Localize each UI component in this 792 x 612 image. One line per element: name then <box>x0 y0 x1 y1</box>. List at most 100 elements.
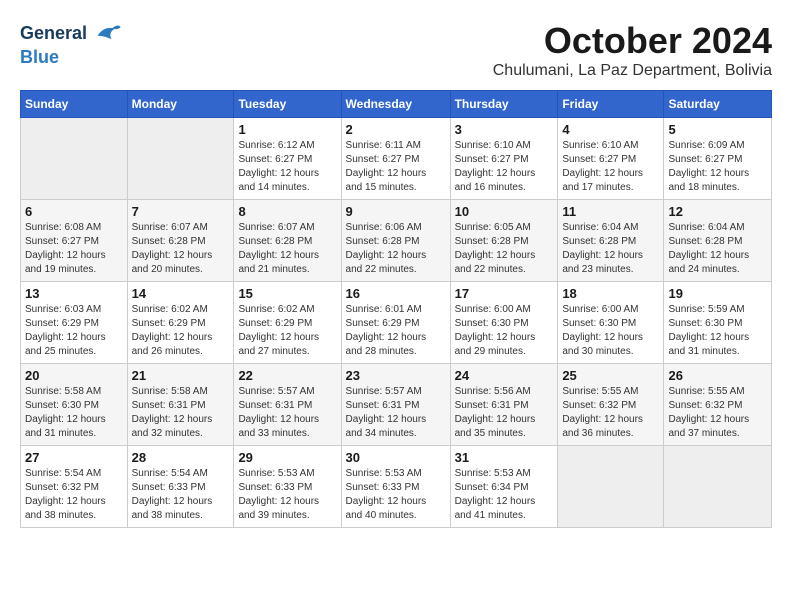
title-area: October 2024 Chulumani, La Paz Departmen… <box>493 20 772 80</box>
month-title: October 2024 <box>493 20 772 62</box>
day-info: Sunrise: 6:06 AMSunset: 6:28 PMDaylight:… <box>346 221 446 277</box>
calendar-cell <box>127 118 234 200</box>
day-info: Sunrise: 6:11 AMSunset: 6:27 PMDaylight:… <box>346 139 446 195</box>
day-info: Sunrise: 5:53 AMSunset: 6:33 PMDaylight:… <box>346 467 446 523</box>
logo: General Blue <box>20 20 122 68</box>
day-number: 28 <box>132 450 230 465</box>
day-number: 29 <box>238 450 336 465</box>
day-number: 19 <box>668 286 767 301</box>
logo-blue: Blue <box>20 48 122 68</box>
calendar-cell: 23 Sunrise: 5:57 AMSunset: 6:31 PMDayligh… <box>341 364 450 446</box>
day-number: 23 <box>346 368 446 383</box>
calendar-cell: 8 Sunrise: 6:07 AMSunset: 6:28 PMDaylight… <box>234 200 341 282</box>
day-number: 1 <box>238 122 336 137</box>
day-number: 2 <box>346 122 446 137</box>
calendar-cell: 16 Sunrise: 6:01 AMSunset: 6:29 PMDayligh… <box>341 282 450 364</box>
calendar-cell: 17Sunrise: 6:00 AMSunset: 6:30 PMDayligh… <box>450 282 558 364</box>
day-info: Sunrise: 5:53 AMSunset: 6:33 PMDaylight:… <box>238 467 336 523</box>
calendar-cell: 6 Sunrise: 6:08 AMSunset: 6:27 PMDaylight… <box>21 200 128 282</box>
day-number: 20 <box>25 368 123 383</box>
calendar-cell: 18 Sunrise: 6:00 AMSunset: 6:30 PMDayligh… <box>558 282 664 364</box>
day-info: Sunrise: 5:58 AMSunset: 6:31 PMDaylight:… <box>132 385 230 441</box>
day-of-week-header: Wednesday <box>341 91 450 118</box>
day-info: Sunrise: 6:12 AMSunset: 6:27 PMDaylight:… <box>238 139 336 195</box>
day-number: 17 <box>455 286 554 301</box>
day-info: Sunrise: 5:54 AMSunset: 6:32 PMDaylight:… <box>25 467 123 523</box>
logo-general: General <box>20 20 122 48</box>
day-info: Sunrise: 6:10 AMSunset: 6:27 PMDaylight:… <box>455 139 554 195</box>
day-info: Sunrise: 6:02 AMSunset: 6:29 PMDaylight:… <box>132 303 230 359</box>
day-number: 22 <box>238 368 336 383</box>
day-info: Sunrise: 5:59 AMSunset: 6:30 PMDaylight:… <box>668 303 767 359</box>
day-info: Sunrise: 6:08 AMSunset: 6:27 PMDaylight:… <box>25 221 123 277</box>
calendar-cell: 26 Sunrise: 5:55 AMSunset: 6:32 PMDayligh… <box>664 364 772 446</box>
day-number: 10 <box>455 204 554 219</box>
calendar-cell: 29 Sunrise: 5:53 AMSunset: 6:33 PMDayligh… <box>234 446 341 528</box>
day-number: 21 <box>132 368 230 383</box>
day-info: Sunrise: 6:09 AMSunset: 6:27 PMDaylight:… <box>668 139 767 195</box>
calendar-cell: 5 Sunrise: 6:09 AMSunset: 6:27 PMDaylight… <box>664 118 772 200</box>
calendar-cell: 15Sunrise: 6:02 AMSunset: 6:29 PMDayligh… <box>234 282 341 364</box>
calendar-cell: 24 Sunrise: 5:56 AMSunset: 6:31 PMDayligh… <box>450 364 558 446</box>
day-info: Sunrise: 5:55 AMSunset: 6:32 PMDaylight:… <box>668 385 767 441</box>
calendar-cell: 13 Sunrise: 6:03 AMSunset: 6:29 PMDayligh… <box>21 282 128 364</box>
location: Chulumani, La Paz Department, Bolivia <box>493 62 772 80</box>
calendar-cell: 1 Sunrise: 6:12 AMSunset: 6:27 PMDaylight… <box>234 118 341 200</box>
calendar-cell <box>21 118 128 200</box>
calendar-cell: 2 Sunrise: 6:11 AMSunset: 6:27 PMDaylight… <box>341 118 450 200</box>
day-info: Sunrise: 5:56 AMSunset: 6:31 PMDaylight:… <box>455 385 554 441</box>
day-number: 7 <box>132 204 230 219</box>
day-number: 11 <box>562 204 659 219</box>
calendar-cell: 22 Sunrise: 5:57 AMSunset: 6:31 PMDayligh… <box>234 364 341 446</box>
calendar-cell: 11 Sunrise: 6:04 AMSunset: 6:28 PMDayligh… <box>558 200 664 282</box>
calendar-cell <box>558 446 664 528</box>
calendar-cell: 14Sunrise: 6:02 AMSunset: 6:29 PMDayligh… <box>127 282 234 364</box>
day-info: Sunrise: 5:54 AMSunset: 6:33 PMDaylight:… <box>132 467 230 523</box>
day-number: 5 <box>668 122 767 137</box>
day-number: 18 <box>562 286 659 301</box>
day-info: Sunrise: 5:58 AMSunset: 6:30 PMDaylight:… <box>25 385 123 441</box>
day-info: Sunrise: 5:57 AMSunset: 6:31 PMDaylight:… <box>238 385 336 441</box>
day-number: 30 <box>346 450 446 465</box>
calendar-cell: 21 Sunrise: 5:58 AMSunset: 6:31 PMDayligh… <box>127 364 234 446</box>
day-number: 25 <box>562 368 659 383</box>
day-info: Sunrise: 6:05 AMSunset: 6:28 PMDaylight:… <box>455 221 554 277</box>
day-of-week-header: Sunday <box>21 91 128 118</box>
calendar-cell: 7 Sunrise: 6:07 AMSunset: 6:28 PMDaylight… <box>127 200 234 282</box>
calendar-cell <box>664 446 772 528</box>
day-info: Sunrise: 6:04 AMSunset: 6:28 PMDaylight:… <box>668 221 767 277</box>
calendar-cell: 4 Sunrise: 6:10 AMSunset: 6:27 PMDaylight… <box>558 118 664 200</box>
day-number: 24 <box>455 368 554 383</box>
day-info: Sunrise: 5:57 AMSunset: 6:31 PMDaylight:… <box>346 385 446 441</box>
day-info: Sunrise: 6:07 AMSunset: 6:28 PMDaylight:… <box>238 221 336 277</box>
logo-text: General Blue <box>20 20 122 68</box>
day-of-week-header: Monday <box>127 91 234 118</box>
day-number: 4 <box>562 122 659 137</box>
day-number: 9 <box>346 204 446 219</box>
day-number: 12 <box>668 204 767 219</box>
day-number: 8 <box>238 204 336 219</box>
calendar-cell: 25Sunrise: 5:55 AMSunset: 6:32 PMDayligh… <box>558 364 664 446</box>
day-number: 31 <box>455 450 554 465</box>
day-number: 13 <box>25 286 123 301</box>
day-info: Sunrise: 6:00 AMSunset: 6:30 PMDaylight:… <box>562 303 659 359</box>
day-number: 16 <box>346 286 446 301</box>
day-number: 6 <box>25 204 123 219</box>
day-number: 26 <box>668 368 767 383</box>
day-info: Sunrise: 6:01 AMSunset: 6:29 PMDaylight:… <box>346 303 446 359</box>
calendar-cell: 3Sunrise: 6:10 AMSunset: 6:27 PMDaylight… <box>450 118 558 200</box>
calendar-cell: 20 Sunrise: 5:58 AMSunset: 6:30 PMDayligh… <box>21 364 128 446</box>
calendar-cell: 10 Sunrise: 6:05 AMSunset: 6:28 PMDayligh… <box>450 200 558 282</box>
day-number: 27 <box>25 450 123 465</box>
day-info: Sunrise: 6:02 AMSunset: 6:29 PMDaylight:… <box>238 303 336 359</box>
day-info: Sunrise: 6:07 AMSunset: 6:28 PMDaylight:… <box>132 221 230 277</box>
day-info: Sunrise: 6:03 AMSunset: 6:29 PMDaylight:… <box>25 303 123 359</box>
calendar-cell: 9 Sunrise: 6:06 AMSunset: 6:28 PMDaylight… <box>341 200 450 282</box>
day-info: Sunrise: 6:04 AMSunset: 6:28 PMDaylight:… <box>562 221 659 277</box>
calendar-cell: 31 Sunrise: 5:53 AMSunset: 6:34 PMDayligh… <box>450 446 558 528</box>
day-info: Sunrise: 6:10 AMSunset: 6:27 PMDaylight:… <box>562 139 659 195</box>
day-info: Sunrise: 5:53 AMSunset: 6:34 PMDaylight:… <box>455 467 554 523</box>
calendar-cell: 30 Sunrise: 5:53 AMSunset: 6:33 PMDayligh… <box>341 446 450 528</box>
day-of-week-header: Thursday <box>450 91 558 118</box>
day-of-week-header: Saturday <box>664 91 772 118</box>
